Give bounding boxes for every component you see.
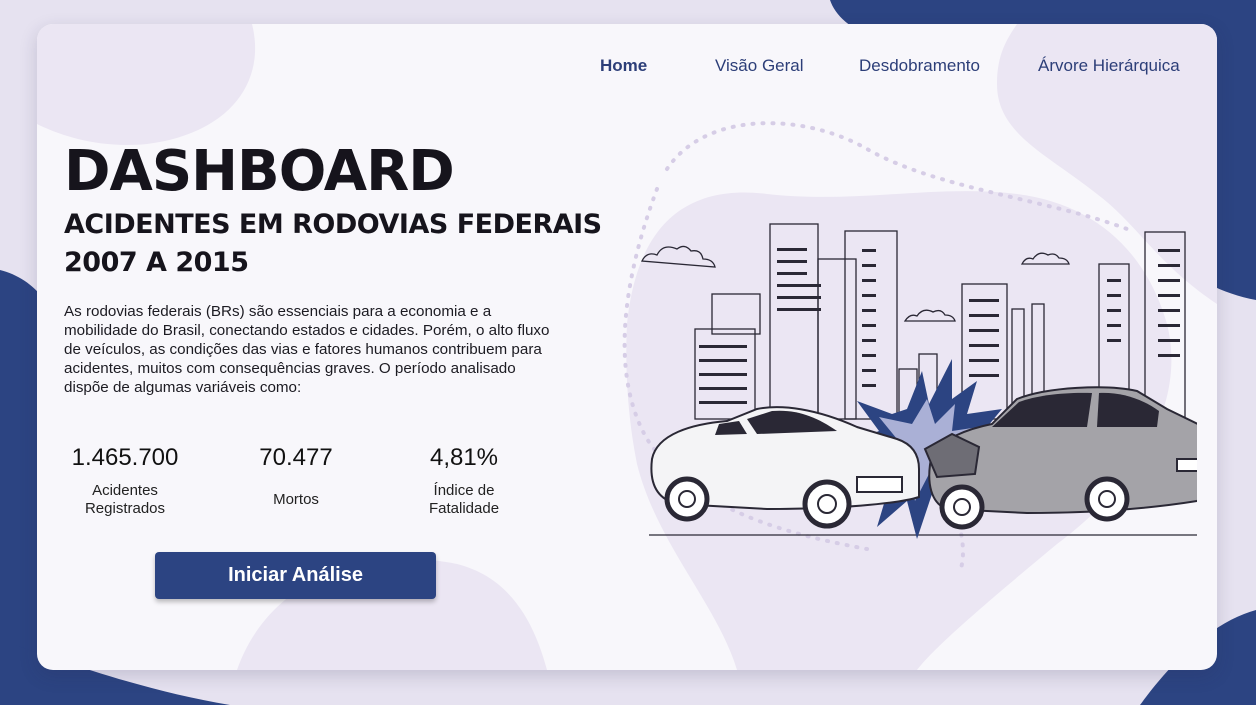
nav-arvore-hierarquica[interactable]: Árvore Hierárquica bbox=[1038, 56, 1180, 76]
page-title: DASHBOARD bbox=[64, 139, 455, 204]
stat-value: 4,81% bbox=[429, 444, 499, 471]
car-crash-city-illustration bbox=[622, 121, 1197, 569]
subtitle-line-2: 2007 A 2015 bbox=[64, 247, 249, 278]
nav-desdobramento[interactable]: Desdobramento bbox=[859, 56, 980, 76]
nav-visao-geral[interactable]: Visão Geral bbox=[715, 56, 804, 76]
nav-home[interactable]: Home bbox=[600, 56, 647, 76]
description: As rodovias federais (BRs) são essenciai… bbox=[64, 303, 550, 396]
start-analysis-button[interactable]: Iniciar Análise bbox=[155, 552, 436, 599]
stat-value: 70.477 bbox=[259, 444, 333, 471]
stat-fatality-index: 4,81% Índice de Fatalidade bbox=[389, 444, 539, 518]
stat-label: Índice de Fatalidade bbox=[429, 482, 500, 517]
stat-accidents: 1.465.700 Acidentes Registrados bbox=[50, 444, 200, 518]
stat-label: Mortos bbox=[273, 491, 319, 508]
top-nav: Home Visão Geral Desdobramento Árvore Hi… bbox=[37, 56, 1217, 80]
stat-value: 1.465.700 bbox=[71, 444, 179, 471]
subtitle-line-1: ACIDENTES EM RODOVIAS FEDERAIS bbox=[64, 209, 602, 240]
stat-label: Acidentes Registrados bbox=[84, 482, 166, 517]
stat-deaths: 70.477 Mortos bbox=[221, 444, 371, 509]
main-card: Home Visão Geral Desdobramento Árvore Hi… bbox=[37, 24, 1217, 670]
page-subtitle: ACIDENTES EM RODOVIAS FEDERAIS 2007 A 20… bbox=[64, 206, 602, 282]
